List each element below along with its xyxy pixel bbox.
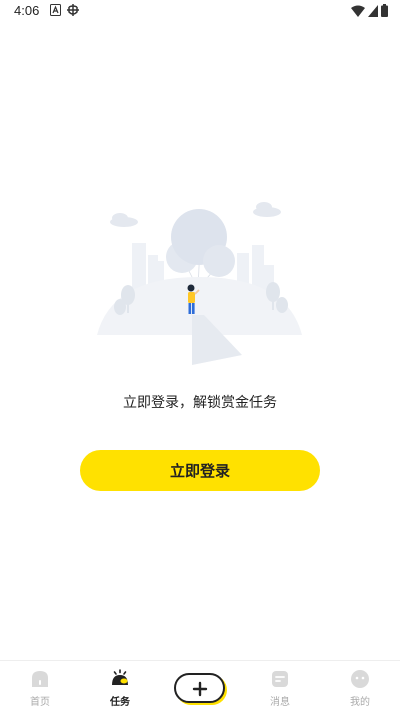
tab-profile[interactable]: 我的 xyxy=(330,661,390,712)
bottom-tab-bar: 首页 任务 消息 我的 xyxy=(0,660,400,712)
wifi-icon xyxy=(351,5,365,17)
tab-message[interactable]: 消息 xyxy=(250,661,310,712)
signal-icon xyxy=(368,4,378,17)
status-bar: 4:06 xyxy=(0,0,400,24)
a-icon xyxy=(50,4,61,16)
login-hint-text: 立即登录，解锁赏金任务 xyxy=(123,395,277,411)
tab-profile-label: 我的 xyxy=(350,697,370,708)
tab-home[interactable]: 首页 xyxy=(10,661,70,712)
bug-icon xyxy=(66,3,80,21)
status-time: 4:06 xyxy=(14,3,40,18)
publish-button[interactable] xyxy=(174,673,225,703)
plus-icon xyxy=(192,681,208,697)
tab-task[interactable]: 任务 xyxy=(90,661,150,712)
battery-icon xyxy=(381,4,388,17)
message-icon xyxy=(272,671,288,687)
login-button[interactable]: 立即登录 xyxy=(80,450,320,491)
tab-home-label: 首页 xyxy=(30,697,50,708)
tab-task-label: 任务 xyxy=(110,697,130,708)
status-right-icons xyxy=(351,4,388,17)
tab-message-label: 消息 xyxy=(270,697,290,708)
home-icon xyxy=(32,671,48,687)
empty-state-illustration xyxy=(97,202,302,365)
profile-icon xyxy=(351,670,369,688)
task-icon xyxy=(112,669,128,685)
balloon-illustration xyxy=(166,209,235,290)
